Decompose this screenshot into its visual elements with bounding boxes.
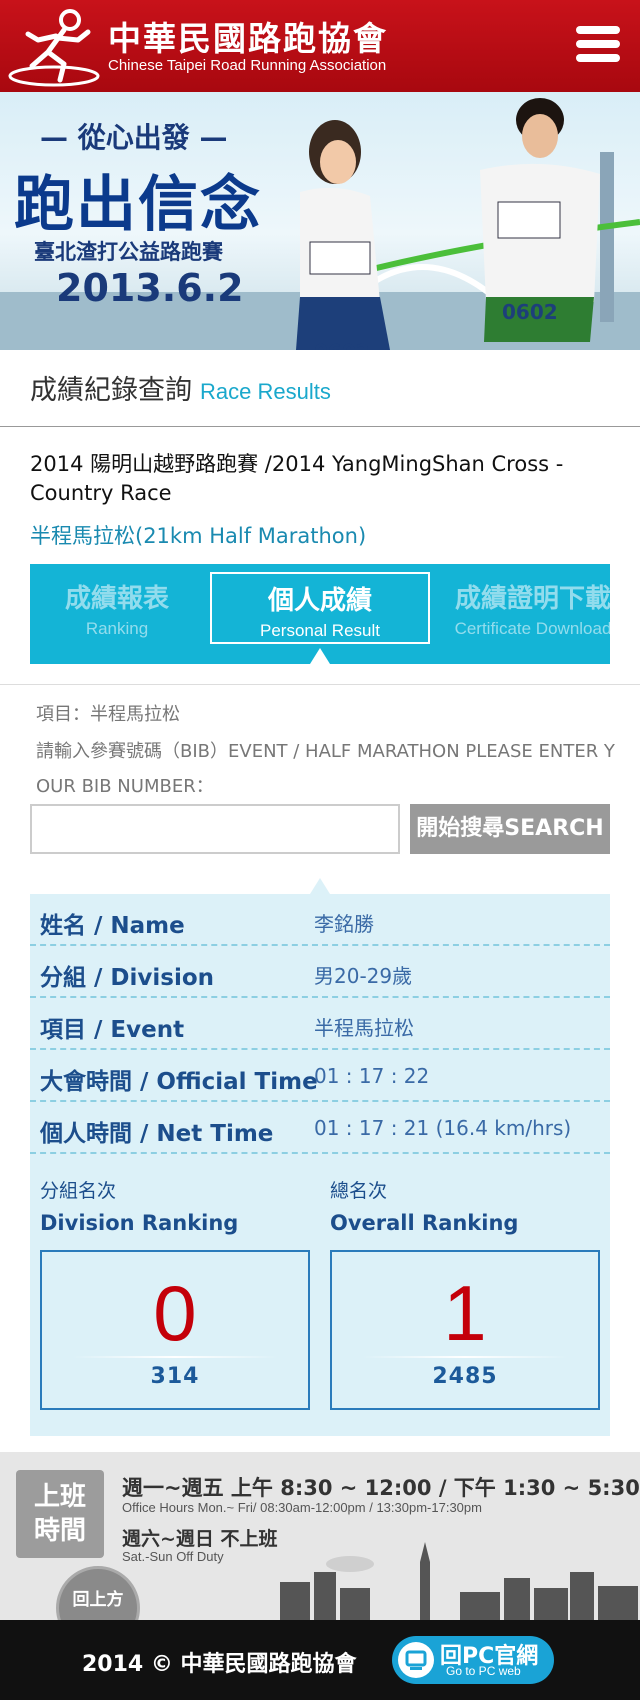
division-ranking-box: 0 314 xyxy=(40,1250,310,1410)
tab-ranking-zh: 成績報表 xyxy=(64,584,169,614)
page-title-zh: 成績紀錄查詢 xyxy=(30,375,192,406)
banner-slogan-top: — 從心出發 — xyxy=(40,121,228,154)
office-hours-badge-line1: 上班 xyxy=(33,1482,86,1512)
tab-personal-zh: 個人成績 xyxy=(267,586,372,616)
office-hours-badge: 上班 時間 xyxy=(16,1470,104,1558)
result-value: 李銘勝 xyxy=(314,912,374,936)
result-row-division: 分組 / Division 男20-29歲 xyxy=(30,946,610,998)
result-value: 半程馬拉松 xyxy=(314,1016,414,1040)
weekend-hours: 週六~週日 不上班 xyxy=(122,1528,278,1550)
result-value: 01 : 17 : 22 xyxy=(314,1064,430,1088)
overall-ranking-en: Overall Ranking xyxy=(330,1211,519,1235)
result-label: 分組 / Division xyxy=(40,965,215,991)
weekend-hours-en: Sat.-Sun Off Duty xyxy=(122,1549,224,1564)
footer-office-hours: 上班 時間 週一~週五 上午 8:30 ~ 12:00 / 下午 1:30 ~ … xyxy=(0,1452,640,1650)
result-label: 大會時間 / Official Time xyxy=(40,1069,318,1095)
pc-web-label-en: Go to PC web xyxy=(446,1664,521,1678)
overall-total: 2485 xyxy=(432,1364,498,1389)
banner-event-date: 2013.6.2 xyxy=(56,266,244,310)
result-row-name: 姓名 / Name 李銘勝 xyxy=(30,894,610,946)
banner-bib-right: 0602 xyxy=(502,300,558,324)
banner-slogan-main: 跑出信念 xyxy=(14,170,262,240)
city-skyline-icon xyxy=(280,1542,638,1620)
site-subtitle: Chinese Taipei Road Running Association xyxy=(108,57,387,74)
tab-certificate-zh: 成績證明下載 xyxy=(454,584,610,614)
race-category: 半程馬拉松(21km Half Marathon) xyxy=(30,524,367,548)
result-label: 個人時間 / Net Time xyxy=(40,1121,274,1147)
tab-ranking-en: Ranking xyxy=(85,619,149,638)
overall-ranking-heading: 總名次 Overall Ranking xyxy=(330,1176,600,1235)
personal-result-panel: 姓名 / Name 李銘勝 分組 / Division 男20-29歲 項目 /… xyxy=(30,894,610,1436)
weekday-hours: 週一~週五 上午 8:30 ~ 12:00 / 下午 1:30 ~ 5:30 xyxy=(122,1476,640,1500)
page-title: 成績紀錄查詢 Race Results xyxy=(30,368,331,407)
site-header: 中華民國路跑協會 Chinese Taipei Road Running Ass… xyxy=(0,0,640,92)
result-row-net-time: 個人時間 / Net Time 01 : 17 : 21 (16.4 km/hr… xyxy=(30,1102,610,1154)
result-value: 男20-29歲 xyxy=(314,964,413,988)
bib-number-input[interactable] xyxy=(30,804,400,854)
tab-personal-en: Personal Result xyxy=(259,621,380,640)
page-title-en: Race Results xyxy=(200,379,331,404)
tab-personal-result[interactable]: 個人成績 Personal Result xyxy=(210,572,430,644)
divider xyxy=(0,684,640,685)
division-ranking-zh: 分組名次 xyxy=(40,1180,117,1202)
result-panel-pointer xyxy=(310,878,330,894)
tab-certificate[interactable]: 成績證明下載 Certificate Download xyxy=(448,572,610,644)
bib-prompt: 請輸入參賽號碼（BIB）EVENT / HALF MARATHON PLEASE… xyxy=(36,741,615,797)
overall-rank-value: 1 xyxy=(443,1269,487,1357)
rank-divider xyxy=(72,1356,278,1358)
result-value: 01 : 17 : 21 (16.4 km/hrs) xyxy=(314,1116,572,1140)
monitor-icon xyxy=(398,1642,434,1678)
result-row-official-time: 大會時間 / Official Time 01 : 17 : 22 xyxy=(30,1050,610,1102)
overall-ranking-box: 1 2485 xyxy=(330,1250,600,1410)
banner-bib-left: 0602 xyxy=(314,340,370,350)
division-ranking-heading: 分組名次 Division Ranking xyxy=(40,1176,310,1235)
runner-logo-icon[interactable] xyxy=(8,6,100,88)
banner-event-name: 臺北渣打公益路跑賽 xyxy=(34,240,223,264)
tab-ranking[interactable]: 成績報表 Ranking xyxy=(42,572,192,644)
go-to-pc-web-button[interactable]: 回PC官網 Go to PC web xyxy=(392,1636,554,1684)
division-rank-value: 0 xyxy=(153,1269,197,1357)
divider xyxy=(0,426,640,427)
result-label: 姓名 / Name xyxy=(40,913,185,939)
search-button[interactable]: 開始搜尋SEARCH xyxy=(410,804,610,854)
tab-certificate-en: Certificate Download xyxy=(454,619,610,638)
result-row-event: 項目 / Event 半程馬拉松 xyxy=(30,998,610,1050)
site-title[interactable]: 中華民國路跑協會 xyxy=(108,12,388,60)
division-total: 314 xyxy=(150,1364,200,1389)
weekday-hours-en: Office Hours Mon.~ Fri/ 08:30am-12:00pm … xyxy=(122,1500,482,1515)
result-label: 項目 / Event xyxy=(40,1017,185,1043)
promo-banner[interactable]: — 從心出發 — 跑出信念 臺北渣打公益路跑賽 2013.6.2 0602 06… xyxy=(0,92,640,350)
overall-ranking-zh: 總名次 xyxy=(330,1180,388,1202)
event-item-label: 項目：半程馬拉松 xyxy=(36,704,180,725)
rank-divider xyxy=(362,1356,568,1358)
race-name: 2014 陽明山越野路跑賽 /2014 YangMingShan Cross -… xyxy=(30,452,564,505)
copyright-text: 2014 © 中華民國路跑協會 xyxy=(82,1652,357,1677)
division-ranking-en: Division Ranking xyxy=(40,1211,239,1235)
active-tab-indicator xyxy=(310,648,330,664)
hamburger-menu-icon[interactable] xyxy=(576,26,620,66)
office-hours-badge-line2: 時間 xyxy=(33,1516,86,1546)
footer-bar: 2014 © 中華民國路跑協會 回PC官網 Go to PC web xyxy=(0,1620,640,1700)
